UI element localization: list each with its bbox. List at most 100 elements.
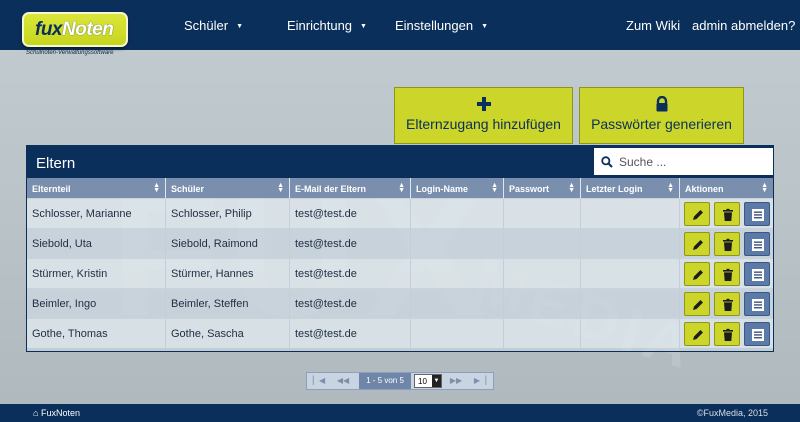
- cell-login-name: [411, 319, 504, 348]
- table-row[interactable]: Beimler, Ingo Beimler, Steffen test@test…: [27, 288, 773, 318]
- dropdown-arrow-icon: ▼: [432, 375, 441, 387]
- edit-button[interactable]: [684, 202, 710, 226]
- edit-pencil-icon: [693, 330, 703, 340]
- column-header-schueler[interactable]: Schüler ▲ ▼: [166, 178, 290, 198]
- column-header-aktionen[interactable]: Aktionen ▲ ▼: [680, 178, 773, 198]
- cell-parent: Stürmer, Kristin: [27, 259, 166, 288]
- wiki-link[interactable]: Zum Wiki: [626, 18, 680, 33]
- plus-icon: [395, 96, 572, 112]
- caret-down-icon: ▼: [360, 23, 367, 31]
- add-parent-access-label: Elternzugang hinzufügen: [406, 116, 561, 132]
- cell-student: Siebold, Raimond: [166, 229, 290, 258]
- edit-button[interactable]: [684, 262, 710, 286]
- copyright: ©FuxMedia, 2015: [696, 408, 768, 418]
- logo-wordmark: fuxNoten: [35, 19, 114, 40]
- nav-einstellungen-menu[interactable]: Einstellungen ▼: [395, 18, 488, 33]
- logo-tagline: Schulnoten-Verwaltungssoftware: [26, 50, 114, 56]
- cell-login-name: [411, 259, 504, 288]
- cell-password: [504, 289, 581, 318]
- first-page-icon[interactable]: ▏◀: [309, 373, 329, 389]
- delete-trash-icon: [723, 268, 733, 281]
- cell-parent: Schlosser, Marianne: [27, 199, 166, 228]
- details-list-icon: [752, 269, 764, 281]
- cell-email: test@test.de: [290, 229, 411, 258]
- details-list-icon: [752, 299, 764, 311]
- page-size-select[interactable]: 10 ▼: [414, 374, 442, 388]
- footer: ⌂ FuxNoten ©FuxMedia, 2015: [0, 404, 800, 422]
- cell-parent: Gothe, Thomas: [27, 319, 166, 348]
- edit-pencil-icon: [693, 240, 703, 250]
- lock-icon: [580, 95, 743, 112]
- sort-icon: ▲ ▼: [398, 182, 405, 194]
- cell-password: [504, 199, 581, 228]
- panel-header: Eltern: [27, 146, 774, 178]
- sort-icon: ▲ ▼: [153, 182, 160, 194]
- sort-icon: ▲ ▼: [491, 182, 498, 194]
- details-button[interactable]: [744, 232, 770, 256]
- cell-student: Gothe, Sascha: [166, 319, 290, 348]
- cell-last-login: [581, 319, 680, 348]
- logout-link[interactable]: admin abmelden?: [692, 18, 795, 33]
- next-page-icon[interactable]: ▶▶: [445, 373, 467, 389]
- cell-login-name: [411, 199, 504, 228]
- parents-panel: Eltern Elternteil▲▼ Schüler▲▼ E-Mail der…: [26, 145, 774, 352]
- cell-parent: Beimler, Ingo: [27, 289, 166, 318]
- details-button[interactable]: [744, 322, 770, 346]
- details-list-icon: [752, 209, 764, 221]
- fuxnoten-logo[interactable]: fuxNoten: [22, 12, 128, 47]
- panel-title: Eltern: [36, 155, 76, 172]
- details-button[interactable]: [744, 202, 770, 226]
- details-list-icon: [752, 329, 764, 341]
- delete-button[interactable]: [714, 232, 740, 256]
- sort-icon: ▲ ▼: [761, 182, 768, 194]
- cell-password: [504, 229, 581, 258]
- delete-button[interactable]: [714, 322, 740, 346]
- nav-schueler-menu[interactable]: Schüler ▼: [184, 18, 243, 33]
- previous-page-icon[interactable]: ◀◀: [331, 373, 355, 389]
- sort-icon: ▲ ▼: [277, 182, 284, 194]
- cell-last-login: [581, 199, 680, 228]
- generate-passwords-button[interactable]: Passwörter generieren: [579, 87, 744, 144]
- nav-einrichtung-menu[interactable]: Einrichtung ▼: [287, 18, 367, 33]
- column-header-letzter-login[interactable]: Letzter Login ▲ ▼: [581, 178, 680, 198]
- caret-down-icon: ▼: [236, 23, 244, 31]
- sort-icon: ▲ ▼: [568, 182, 575, 194]
- top-navbar: fuxNoten Schüler ▼ Einrichtung ▼ Einstellu…: [0, 0, 800, 50]
- delete-trash-icon: [723, 328, 733, 341]
- details-button[interactable]: [744, 292, 770, 316]
- table-row[interactable]: Gothe, Thomas Gothe, Sascha test@test.de: [27, 318, 773, 348]
- delete-trash-icon: [723, 238, 733, 251]
- details-button[interactable]: [744, 262, 770, 286]
- edit-button[interactable]: [684, 322, 710, 346]
- cell-last-login: [581, 229, 680, 258]
- cell-email: test@test.de: [290, 289, 411, 318]
- add-parent-access-button[interactable]: Elternzugang hinzufügen: [394, 87, 573, 144]
- column-header-login-name[interactable]: Login-Name ▲ ▼: [411, 178, 504, 198]
- cell-email: test@test.de: [290, 259, 411, 288]
- cell-student: Beimler, Steffen: [166, 289, 290, 318]
- page-info: 1 - 5 von 5: [359, 373, 411, 389]
- edit-button[interactable]: [684, 232, 710, 256]
- cell-email: test@test.de: [290, 199, 411, 228]
- column-header-passwort[interactable]: Passwort ▲ ▼: [504, 178, 581, 198]
- last-page-icon[interactable]: ▶▕: [469, 373, 491, 389]
- search-input[interactable]: [619, 153, 769, 171]
- search-box[interactable]: [593, 147, 774, 176]
- cell-login-name: [411, 229, 504, 258]
- generate-passwords-label: Passwörter generieren: [591, 116, 732, 132]
- caret-down-icon: ▼: [481, 23, 488, 31]
- search-icon: [601, 156, 613, 168]
- table-row[interactable]: Siebold, Uta Siebold, Raimond test@test.…: [27, 228, 773, 258]
- delete-trash-icon: [723, 298, 733, 311]
- delete-button[interactable]: [714, 292, 740, 316]
- table-row[interactable]: Schlosser, Marianne Schlosser, Philip te…: [27, 198, 773, 228]
- delete-button[interactable]: [714, 262, 740, 286]
- column-header-elternteil[interactable]: Elternteil ▲ ▼: [27, 178, 166, 198]
- cell-email: test@test.de: [290, 319, 411, 348]
- footer-home-link[interactable]: ⌂ FuxNoten: [33, 408, 80, 418]
- column-header-email[interactable]: E-Mail der Eltern ▲ ▼: [290, 178, 411, 198]
- table-row[interactable]: Stürmer, Kristin Stürmer, Hannes test@te…: [27, 258, 773, 288]
- edit-pencil-icon: [693, 210, 703, 220]
- edit-button[interactable]: [684, 292, 710, 316]
- delete-button[interactable]: [714, 202, 740, 226]
